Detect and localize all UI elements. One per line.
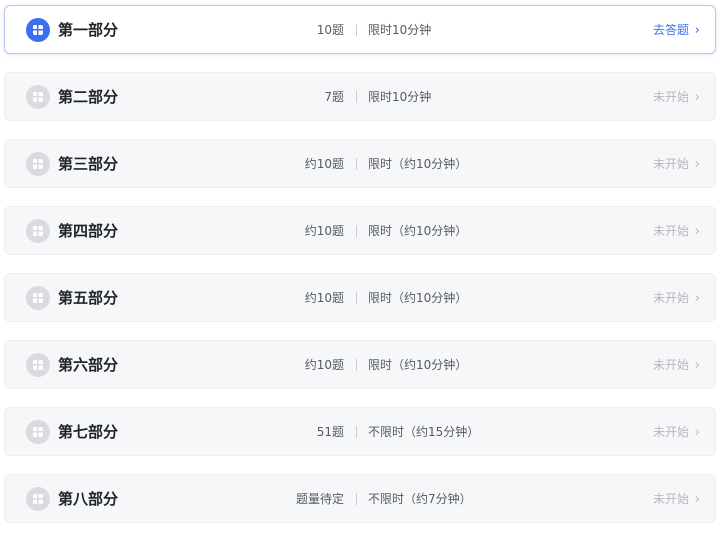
chevron-right-icon: › <box>694 425 700 440</box>
section-title: 第七部分 <box>58 423 119 441</box>
time-limit: 限时10分钟 <box>368 23 432 37</box>
divider <box>356 158 357 170</box>
divider <box>356 493 357 505</box>
chevron-right-icon: › <box>694 291 700 306</box>
section-row-8[interactable]: 第八部分 题量待定 不限时（约7分钟） 未开始 › <box>4 474 716 523</box>
question-count: 约10题 <box>304 157 344 171</box>
list-icon <box>26 353 50 377</box>
section-title: 第六部分 <box>58 356 119 374</box>
time-limit: 不限时（约7分钟） <box>368 492 472 506</box>
list-icon <box>26 286 50 310</box>
status-label: 未开始 <box>652 291 689 305</box>
divider <box>356 292 357 304</box>
divider <box>356 426 357 438</box>
section-row-7[interactable]: 第七部分 51题 不限时（约15分钟） 未开始 › <box>4 407 716 456</box>
section-row-6[interactable]: 第六部分 约10题 限时（约10分钟） 未开始 › <box>4 340 716 389</box>
list-icon <box>26 487 50 511</box>
list-icon <box>26 152 50 176</box>
question-count: 51题 <box>316 425 344 439</box>
question-count: 7题 <box>324 90 344 104</box>
time-limit: 不限时（约15分钟） <box>368 425 480 439</box>
status-label: 未开始 <box>652 224 689 238</box>
time-limit: 限时10分钟 <box>368 90 432 104</box>
chevron-right-icon: › <box>694 224 700 239</box>
section-list: 第一部分 10题 限时10分钟 去答题 › 第二部分 7题 限时10分钟 未开始… <box>4 5 716 541</box>
section-row-4[interactable]: 第四部分 约10题 限时（约10分钟） 未开始 › <box>4 206 716 255</box>
question-count: 约10题 <box>304 224 344 238</box>
divider <box>356 359 357 371</box>
section-row-2[interactable]: 第二部分 7题 限时10分钟 未开始 › <box>4 72 716 121</box>
question-count: 约10题 <box>304 358 344 372</box>
chevron-right-icon: › <box>694 358 700 373</box>
time-limit: 限时（约10分钟） <box>368 291 468 305</box>
start-answer-link[interactable]: 去答题 <box>653 22 689 39</box>
section-title: 第三部分 <box>58 155 119 173</box>
status-label: 未开始 <box>652 492 689 506</box>
section-row-1[interactable]: 第一部分 10题 限时10分钟 去答题 › <box>4 5 716 54</box>
divider <box>356 24 357 36</box>
chevron-right-icon: › <box>694 90 700 105</box>
status-label: 未开始 <box>652 90 689 104</box>
status-label: 未开始 <box>652 358 689 372</box>
time-limit: 限时（约10分钟） <box>368 224 468 238</box>
time-limit: 限时（约10分钟） <box>368 358 468 372</box>
section-title: 第五部分 <box>58 289 119 307</box>
question-count: 10题 <box>316 23 344 37</box>
section-title: 第二部分 <box>58 88 119 106</box>
section-title: 第八部分 <box>58 490 119 508</box>
list-icon <box>26 219 50 243</box>
list-icon <box>26 420 50 444</box>
list-icon <box>26 18 50 42</box>
question-count: 题量待定 <box>295 492 344 506</box>
section-title: 第一部分 <box>58 21 119 39</box>
time-limit: 限时（约10分钟） <box>368 157 468 171</box>
divider <box>356 91 357 103</box>
section-row-5[interactable]: 第五部分 约10题 限时（约10分钟） 未开始 › <box>4 273 716 322</box>
question-count: 约10题 <box>304 291 344 305</box>
section-row-3[interactable]: 第三部分 约10题 限时（约10分钟） 未开始 › <box>4 139 716 188</box>
chevron-right-icon: › <box>694 492 700 507</box>
chevron-right-icon: › <box>694 23 700 38</box>
status-label: 未开始 <box>652 425 689 439</box>
divider <box>356 225 357 237</box>
status-label: 未开始 <box>652 157 689 171</box>
chevron-right-icon: › <box>694 157 700 172</box>
list-icon <box>26 85 50 109</box>
section-title: 第四部分 <box>58 222 119 240</box>
